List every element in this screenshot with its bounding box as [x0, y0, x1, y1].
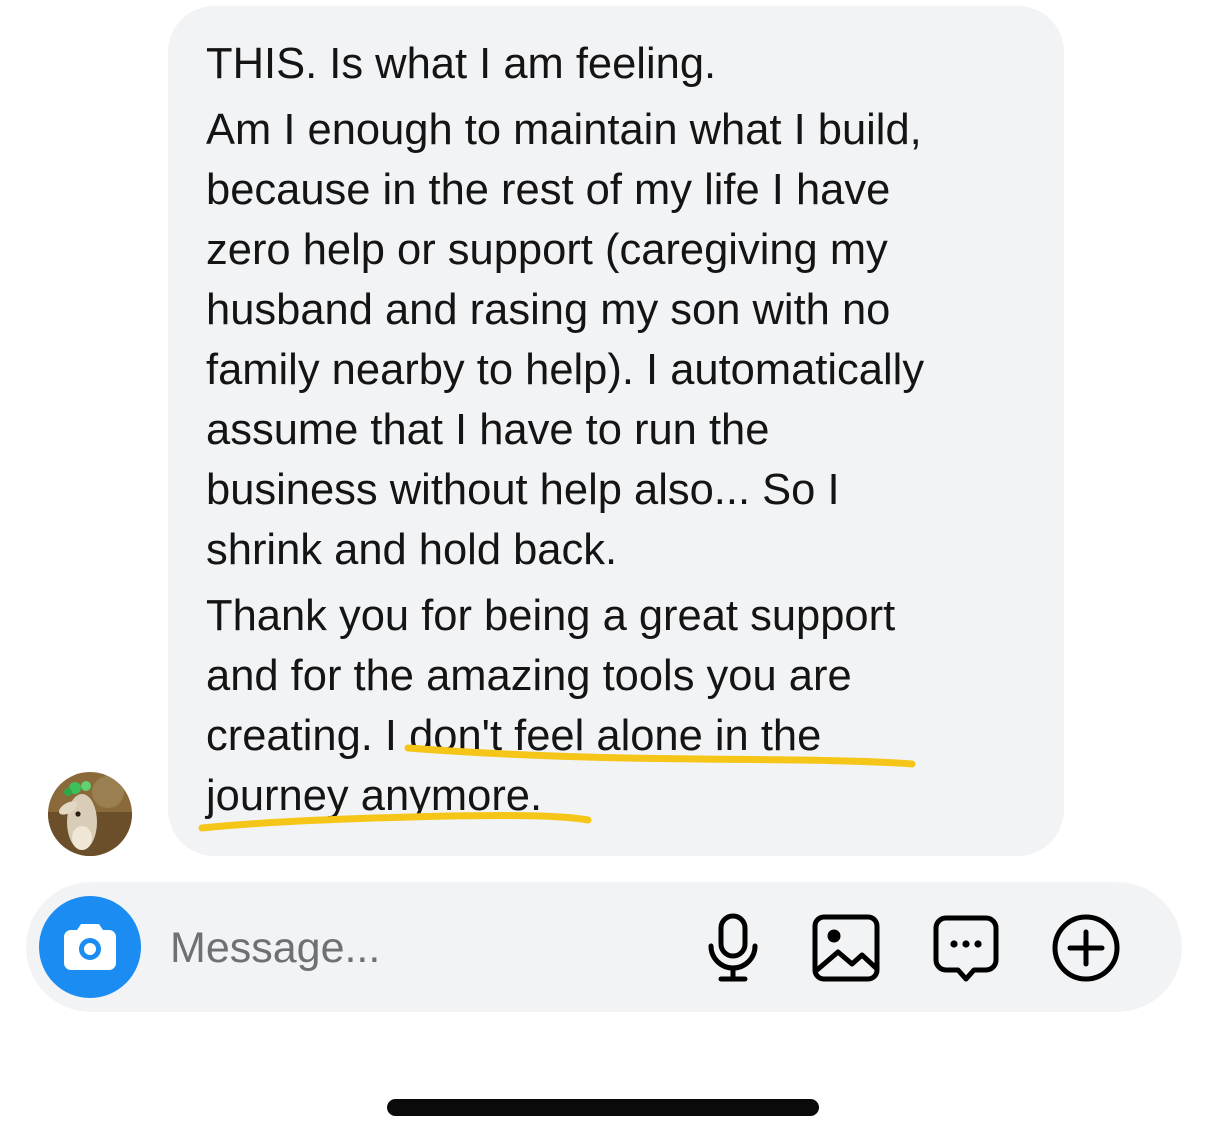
camera-button[interactable]: [39, 896, 141, 998]
message-line: because in the rest of my life I have: [206, 166, 891, 214]
sticker-chat-icon[interactable]: [928, 908, 1004, 988]
message-line: business without help also... So I: [206, 466, 840, 514]
home-indicator[interactable]: [387, 1099, 819, 1116]
avatar-photo: [48, 772, 132, 856]
message-line: and for the amazing tools you are: [206, 652, 852, 700]
message-line: THIS. Is what I am feeling.: [206, 40, 717, 88]
message-line: journey anymore.: [206, 772, 543, 820]
microphone-icon[interactable]: [695, 908, 771, 988]
message-line: assume that I have to run the: [206, 406, 770, 454]
plus-circle-icon[interactable]: [1048, 908, 1124, 988]
message-line: family nearby to help). I automatically: [206, 346, 925, 394]
message-line: Am I enough to maintain what I build,: [206, 106, 922, 154]
message-line: husband and rasing my son with no: [206, 286, 891, 334]
message-line: Thank you for being a great support: [206, 592, 896, 640]
message-input[interactable]: [170, 918, 670, 978]
avatar[interactable]: [48, 772, 132, 856]
gallery-icon[interactable]: [808, 908, 884, 988]
message-line: zero help or support (caregiving my: [206, 226, 888, 274]
camera-icon: [64, 924, 116, 970]
message-line: shrink and hold back.: [206, 526, 618, 574]
message-line: creating. I don't feel alone in the: [206, 712, 822, 760]
